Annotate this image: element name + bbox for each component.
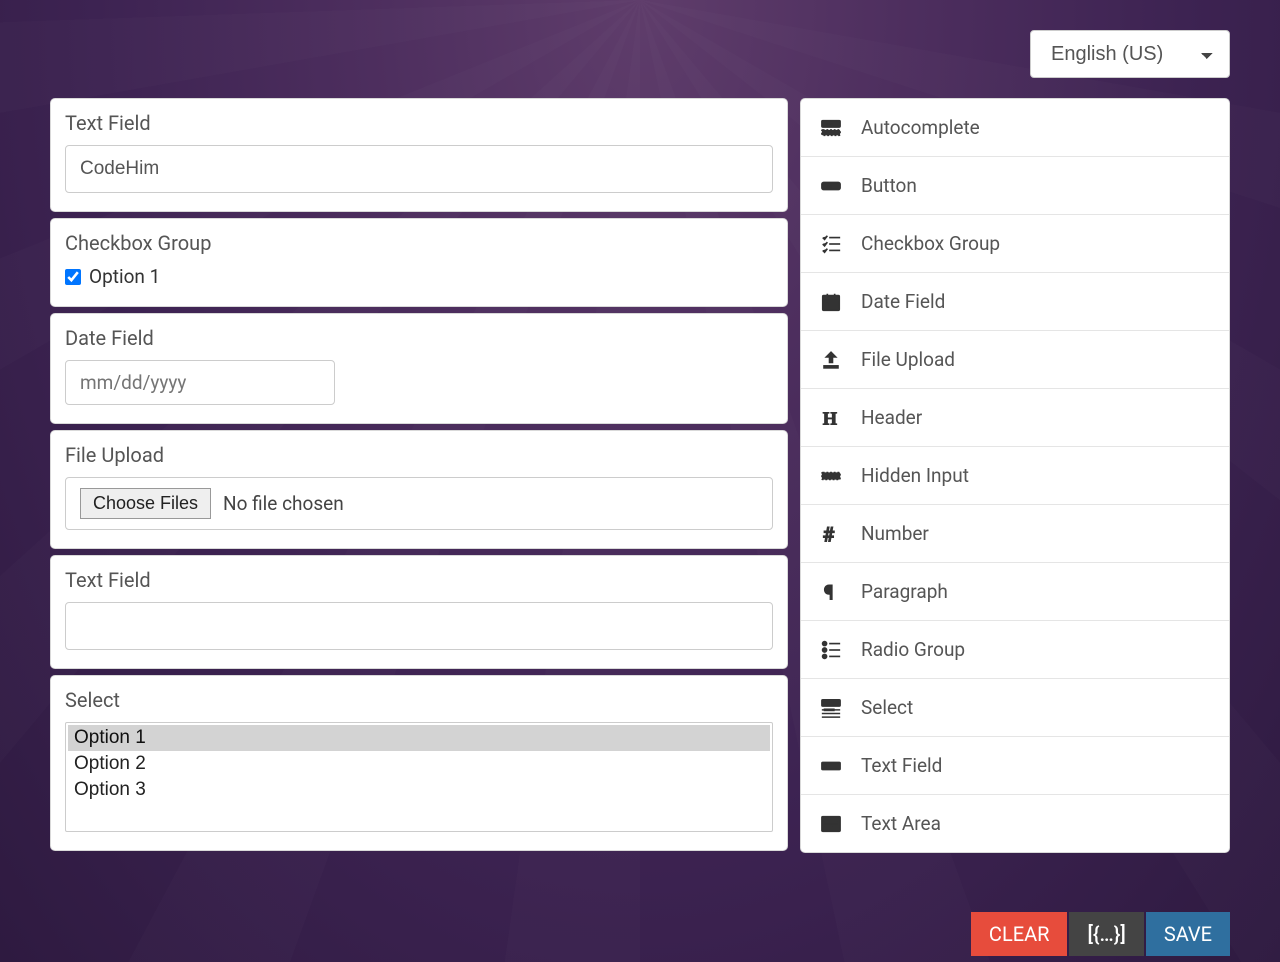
svg-text:¶: ¶ (824, 581, 834, 603)
palette-item-text-field[interactable]: Text Field (801, 737, 1229, 795)
palette-item-label: Radio Group (861, 638, 965, 661)
field-label: Checkbox Group (65, 231, 773, 255)
palette-item-label: Checkbox Group (861, 232, 1000, 255)
header-icon: H (819, 407, 843, 429)
field-label: File Upload (65, 443, 773, 467)
checkbox-option[interactable]: Option 1 (65, 265, 773, 288)
hash-icon: # (819, 523, 843, 545)
select-list[interactable]: Option 1 Option 2 Option 3 (65, 722, 773, 832)
checkbox-label: Option 1 (89, 265, 160, 288)
palette-item-button[interactable]: OK Button (801, 157, 1229, 215)
palette-item-file-upload[interactable]: File Upload (801, 331, 1229, 389)
palette-item-label: Number (861, 522, 929, 545)
palette-item-label: Text Area (861, 812, 941, 835)
palette-item-label: Header (861, 406, 922, 429)
palette-item-radio-group[interactable]: Radio Group (801, 621, 1229, 679)
form-block-text-1[interactable]: Text Field (50, 98, 788, 212)
upload-icon (819, 349, 843, 371)
palette-item-label: Autocomplete (861, 116, 980, 139)
field-label: Select (65, 688, 773, 712)
autocomplete-icon (819, 117, 843, 139)
form-canvas: Text Field Checkbox Group Option 1 Date … (50, 98, 788, 851)
palette-item-label: Paragraph (861, 580, 948, 603)
language-selector-wrap: English (US) (1030, 30, 1230, 78)
text-field-input[interactable] (65, 145, 773, 193)
form-block-date[interactable]: Date Field (50, 313, 788, 424)
palette-item-label: File Upload (861, 348, 955, 371)
select-option[interactable]: Option 3 (68, 777, 770, 803)
palette-item-label: Text Field (861, 754, 942, 777)
palette-item-text-area[interactable]: Text Area (801, 795, 1229, 852)
field-label: Date Field (65, 326, 773, 350)
workspace: Text Field Checkbox Group Option 1 Date … (50, 98, 1230, 952)
palette-item-checkbox-group[interactable]: Checkbox Group (801, 215, 1229, 273)
svg-text:#: # (823, 523, 835, 545)
field-label: Text Field (65, 568, 773, 592)
control-palette: Autocomplete OK Button Checkbox Group Da… (800, 98, 1230, 853)
palette-item-label: Hidden Input (861, 464, 969, 487)
palette-item-header[interactable]: H Header (801, 389, 1229, 447)
text-field-input[interactable] (65, 602, 773, 650)
palette-item-date-field[interactable]: Date Field (801, 273, 1229, 331)
language-select[interactable]: English (US) (1030, 30, 1230, 78)
hidden-input-icon (819, 465, 843, 487)
form-block-text-2[interactable]: Text Field (50, 555, 788, 669)
palette-item-label: Button (861, 174, 917, 197)
textarea-icon (819, 813, 843, 835)
select-option[interactable]: Option 1 (68, 725, 770, 751)
palette-item-number[interactable]: # Number (801, 505, 1229, 563)
palette-item-label: Select (861, 696, 913, 719)
radiolist-icon (819, 639, 843, 661)
textfield-icon (819, 755, 843, 777)
file-status-text: No file chosen (223, 492, 344, 515)
clear-button[interactable]: CLEAR (971, 912, 1068, 956)
select-icon (819, 697, 843, 719)
form-block-file[interactable]: File Upload Choose Files No file chosen (50, 430, 788, 549)
view-data-button[interactable]: [{…}] (1069, 912, 1143, 956)
footer-actions: CLEAR [{…}] SAVE (971, 912, 1230, 956)
save-button[interactable]: SAVE (1146, 912, 1230, 956)
calendar-icon (819, 291, 843, 313)
form-block-select[interactable]: Select Option 1 Option 2 Option 3 (50, 675, 788, 851)
palette-item-select[interactable]: Select (801, 679, 1229, 737)
date-field-input[interactable] (65, 360, 335, 405)
palette-item-paragraph[interactable]: ¶ Paragraph (801, 563, 1229, 621)
palette-item-hidden-input[interactable]: Hidden Input (801, 447, 1229, 505)
palette-item-autocomplete[interactable]: Autocomplete (801, 99, 1229, 157)
svg-text:H: H (823, 408, 837, 428)
checkbox-input[interactable] (65, 269, 81, 285)
form-block-checkbox[interactable]: Checkbox Group Option 1 (50, 218, 788, 307)
button-icon: OK (819, 175, 843, 197)
checklist-icon (819, 233, 843, 255)
svg-text:OK: OK (826, 184, 832, 190)
field-label: Text Field (65, 111, 773, 135)
select-option[interactable]: Option 2 (68, 751, 770, 777)
choose-files-button[interactable]: Choose Files (80, 488, 211, 519)
pilcrow-icon: ¶ (819, 581, 843, 603)
file-input-wrap: Choose Files No file chosen (65, 477, 773, 530)
palette-item-label: Date Field (861, 290, 945, 313)
